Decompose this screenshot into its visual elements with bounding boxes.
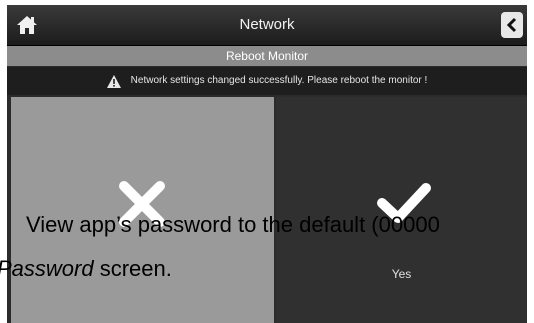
overlay-text-rest: screen. — [93, 256, 172, 281]
status-notice: Network settings changed successfully. P… — [7, 67, 527, 95]
chevron-left-icon — [506, 17, 517, 33]
page-title: Network — [239, 16, 295, 33]
back-button[interactable] — [501, 12, 523, 38]
yes-label: Yes — [391, 267, 412, 281]
no-button[interactable] — [11, 97, 274, 323]
yes-button[interactable]: Yes — [276, 97, 527, 323]
notice-message: Network settings changed successfully. P… — [130, 75, 428, 86]
section-title: Reboot Monitor — [7, 46, 527, 66]
warning-icon — [106, 74, 121, 88]
overlay-text-line-2: Password screen. — [0, 256, 172, 282]
overlay-text-italic: Password — [0, 256, 94, 281]
title-bar: Network — [7, 5, 527, 46]
overlay-text-line-1: View app’s password to the default (0000… — [26, 212, 440, 237]
